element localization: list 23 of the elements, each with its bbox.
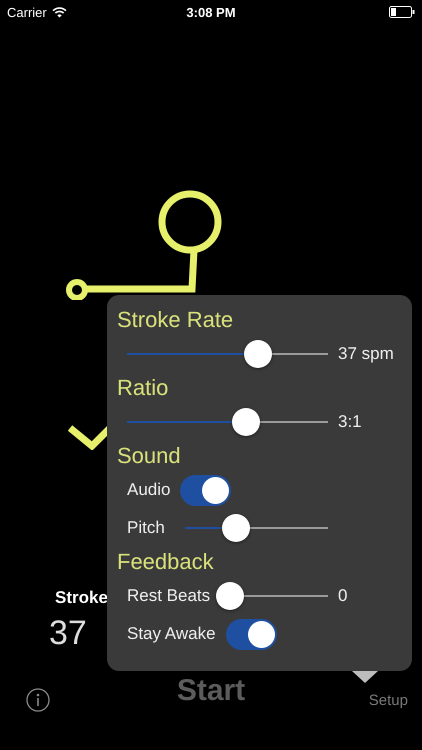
carrier-label: Carrier bbox=[7, 4, 47, 20]
popover-pointer bbox=[352, 671, 378, 683]
section-title: Feedback bbox=[117, 548, 215, 576]
setting-label: Stay Awake bbox=[127, 624, 216, 644]
setting-label: Pitch bbox=[127, 518, 165, 538]
wifi-icon bbox=[52, 6, 67, 18]
battery-icon bbox=[389, 6, 415, 18]
section-title: Sound bbox=[117, 442, 182, 470]
slider-value: 0 bbox=[338, 586, 348, 605]
stat-value: 37 bbox=[49, 614, 87, 653]
setting-label: Rest Beats bbox=[127, 586, 210, 606]
setup-button[interactable]: Setup bbox=[368, 692, 408, 708]
slider-value: 3:1 bbox=[338, 412, 362, 431]
status-time: 3:08 PM bbox=[186, 4, 236, 20]
toggle-switch[interactable] bbox=[226, 618, 277, 650]
section-title: Stroke Rate bbox=[117, 306, 234, 334]
start-button[interactable]: Start bbox=[176, 674, 246, 708]
section-title: Ratio bbox=[117, 374, 170, 402]
setting-label: Audio bbox=[127, 480, 170, 500]
stat-label: Stroke bbox=[55, 588, 108, 608]
slider-value: 37 spm bbox=[338, 344, 394, 363]
toggle-switch[interactable] bbox=[180, 474, 232, 506]
info-icon[interactable] bbox=[26, 688, 50, 712]
